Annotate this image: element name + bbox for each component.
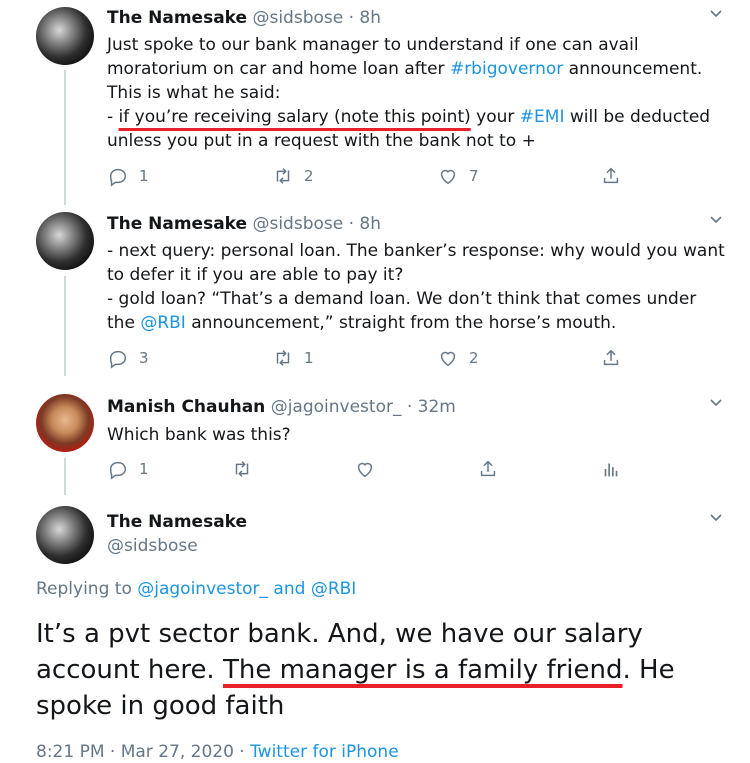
display-name[interactable]: The Namesake	[107, 214, 247, 234]
like-icon	[357, 462, 373, 478]
like-button[interactable]	[354, 457, 376, 481]
like-icon	[440, 169, 456, 185]
timestamp[interactable]: 8:21 PM · Mar 27, 2020 ·	[36, 742, 250, 762]
source-link[interactable]: Twitter for iPhone	[250, 742, 399, 762]
like-count: 7	[469, 167, 479, 185]
tweet-text: Just spoke to our bank manager to unders…	[107, 35, 711, 151]
share-button[interactable]	[477, 457, 499, 481]
like-button[interactable]: 2	[437, 346, 479, 370]
reply-button[interactable]: 1	[107, 164, 149, 188]
display-name[interactable]: The Namesake	[107, 512, 247, 532]
chevron-down-icon[interactable]	[708, 395, 724, 415]
retweet-button[interactable]	[231, 457, 253, 481]
avatar[interactable]	[36, 394, 94, 452]
chevron-down-icon[interactable]	[708, 510, 724, 530]
username[interactable]: @jagoinvestor_	[271, 397, 402, 417]
reply-count: 1	[139, 167, 149, 185]
tweet-header: Manish Chauhan @jagoinvestor_ · 32m	[107, 397, 456, 417]
retweet-button[interactable]: 1	[272, 346, 314, 370]
like-button[interactable]: 7	[437, 164, 479, 188]
retweet-icon	[235, 461, 249, 477]
avatar[interactable]	[36, 212, 94, 270]
share-icon	[603, 167, 619, 184]
chevron-down-icon[interactable]	[708, 6, 724, 26]
analytics-icon	[604, 463, 618, 477]
username[interactable]: @sidsbose	[107, 536, 198, 556]
tweet-2[interactable]: The Namesake @sidsbose · 8h - next query…	[0, 206, 750, 376]
main-tweet: The Namesake @sidsbose Replying to @jago…	[0, 500, 750, 763]
like-icon	[440, 351, 456, 367]
reply-icon	[109, 461, 127, 480]
mention-link[interactable]: @RBI	[311, 579, 357, 599]
tweet-metadata: 8:21 PM · Mar 27, 2020 · Twitter for iPh…	[36, 742, 399, 762]
tweet-3[interactable]: Manish Chauhan @jagoinvestor_ · 32m Whic…	[0, 390, 750, 495]
annotated-text: if you’re receiving salary (note this po…	[118, 107, 471, 127]
retweet-icon	[276, 350, 290, 366]
share-icon	[480, 460, 496, 477]
mention-link[interactable]: @jagoinvestor_	[137, 579, 268, 599]
retweet-button[interactable]: 2	[272, 164, 314, 188]
tweet-text: It’s a pvt sector bank. And, we have our…	[36, 619, 675, 721]
hashtag-link[interactable]: #EMI	[520, 107, 565, 127]
tweet-1[interactable]: The Namesake @sidsbose · 8h Just spoke t…	[0, 0, 750, 205]
reply-button[interactable]: 3	[107, 346, 149, 370]
reply-count: 3	[139, 349, 149, 367]
display-name[interactable]: Manish Chauhan	[107, 397, 265, 417]
share-button[interactable]	[600, 164, 622, 188]
reply-icon	[109, 168, 127, 187]
thread-connector	[64, 70, 66, 205]
username[interactable]: @sidsbose	[252, 8, 343, 28]
thread-connector	[64, 458, 66, 495]
retweet-count: 1	[304, 349, 314, 367]
tweet-actions: 1 2 7	[107, 164, 627, 188]
avatar[interactable]	[36, 7, 94, 65]
tweet-header: The Namesake @sidsbose · 8h	[107, 214, 381, 234]
annotated-text: The manager is a family friend	[222, 655, 623, 685]
tweet-header: The Namesake @sidsbose · 8h	[107, 8, 381, 28]
retweet-count: 2	[304, 167, 314, 185]
display-name[interactable]: The Namesake	[107, 8, 247, 28]
reply-count: 1	[139, 460, 149, 478]
tweet-actions: 1	[107, 457, 627, 481]
avatar[interactable]	[36, 506, 94, 564]
replying-to: Replying to @jagoinvestor_ and @RBI	[36, 579, 357, 599]
share-button[interactable]	[600, 346, 622, 370]
timestamp[interactable]: · 8h	[343, 214, 381, 234]
timestamp[interactable]: · 32m	[401, 397, 456, 417]
reply-icon	[109, 350, 127, 369]
mention-link[interactable]: @RBI	[140, 313, 186, 333]
conversation-thread: The Namesake @sidsbose · 8h Just spoke t…	[0, 0, 750, 763]
tweet-actions: 3 1 2	[107, 346, 627, 370]
thread-connector	[64, 276, 66, 376]
tweet-text: Which bank was this?	[107, 425, 291, 445]
tweet-text: - next query: personal loan. The banker’…	[107, 241, 725, 333]
hashtag-link[interactable]: #rbigovernor	[450, 59, 563, 79]
analytics-button[interactable]	[600, 457, 622, 481]
timestamp[interactable]: · 8h	[343, 8, 381, 28]
chevron-down-icon[interactable]	[708, 212, 724, 232]
share-icon	[603, 349, 619, 366]
username[interactable]: @sidsbose	[252, 214, 343, 234]
retweet-icon	[276, 168, 290, 184]
like-count: 2	[469, 349, 479, 367]
reply-button[interactable]: 1	[107, 457, 149, 481]
